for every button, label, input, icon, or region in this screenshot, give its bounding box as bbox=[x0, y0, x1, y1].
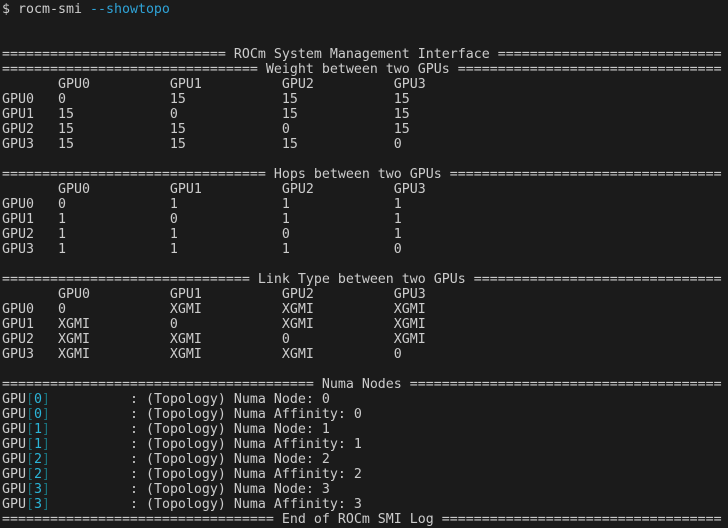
link-type-table-row: GPU0 0 XGMI XGMI XGMI bbox=[2, 302, 426, 317]
hops-table-row: GPU2 1 1 0 1 bbox=[2, 227, 402, 242]
bracket-close: ] bbox=[42, 392, 50, 407]
hops-table-row: GPU3 1 1 1 0 bbox=[2, 242, 402, 257]
section-header-hops: ================================= Hops b… bbox=[2, 167, 722, 182]
hops-table-row: GPU0 0 1 1 1 bbox=[2, 197, 402, 212]
bracket-open: [ bbox=[26, 482, 34, 497]
numa-entry-text: : (Topology) Numa Affinity: 1 bbox=[50, 437, 362, 452]
numa-entry: GPU[1] : (Topology) Numa Affinity: 1 bbox=[2, 437, 728, 452]
gpu-index: 3 bbox=[34, 482, 42, 497]
section-header-main: ============================ ROCm System… bbox=[2, 47, 722, 62]
weight-table-row: GPU0 0 15 15 15 bbox=[2, 92, 410, 107]
gpu-label: GPU bbox=[2, 392, 26, 407]
bracket-open: [ bbox=[26, 437, 34, 452]
bracket-close: ] bbox=[42, 407, 50, 422]
numa-entry: GPU[2] : (Topology) Numa Node: 2 bbox=[2, 452, 728, 467]
numa-entry: GPU[3] : (Topology) Numa Affinity: 3 bbox=[2, 497, 728, 512]
link-type-table-row: GPU3 XGMI XGMI XGMI 0 bbox=[2, 347, 402, 362]
section-header-weight: ================================ Weight … bbox=[2, 62, 722, 77]
numa-entry-text: : (Topology) Numa Node: 0 bbox=[50, 392, 330, 407]
numa-entry-text: : (Topology) Numa Affinity: 2 bbox=[50, 467, 362, 482]
bracket-close: ] bbox=[42, 497, 50, 512]
gpu-label: GPU bbox=[2, 437, 26, 452]
gpu-index: 0 bbox=[34, 407, 42, 422]
section-header-link-type: =============================== Link Typ… bbox=[2, 272, 722, 287]
weight-table-column-header: GPU0 GPU1 GPU2 GPU3 bbox=[2, 77, 426, 92]
gpu-index: 0 bbox=[34, 392, 42, 407]
numa-entry-text: : (Topology) Numa Node: 3 bbox=[50, 482, 330, 497]
numa-entry-text: : (Topology) Numa Node: 1 bbox=[50, 422, 330, 437]
weight-table-row: GPU2 15 15 0 15 bbox=[2, 122, 410, 137]
bracket-open: [ bbox=[26, 452, 34, 467]
bracket-close: ] bbox=[42, 422, 50, 437]
gpu-index: 2 bbox=[34, 452, 42, 467]
command-line: $ rocm-smi --showtopo bbox=[2, 2, 728, 17]
gpu-label: GPU bbox=[2, 482, 26, 497]
weight-table-row: GPU1 15 0 15 15 bbox=[2, 107, 410, 122]
bracket-close: ] bbox=[42, 437, 50, 452]
link-type-table-row: GPU2 XGMI XGMI 0 XGMI bbox=[2, 332, 426, 347]
bracket-close: ] bbox=[42, 467, 50, 482]
bracket-open: [ bbox=[26, 422, 34, 437]
numa-entry-text: : (Topology) Numa Node: 2 bbox=[50, 452, 330, 467]
numa-entry-text: : (Topology) Numa Affinity: 3 bbox=[50, 497, 362, 512]
weight-table-row: GPU3 15 15 15 0 bbox=[2, 137, 402, 152]
numa-entry: GPU[0] : (Topology) Numa Node: 0 bbox=[2, 392, 728, 407]
gpu-index: 1 bbox=[34, 437, 42, 452]
terminal-window[interactable]: $ rocm-smi --showtopo ==================… bbox=[0, 0, 728, 528]
shell-prompt: $ bbox=[2, 2, 18, 17]
bracket-open: [ bbox=[26, 467, 34, 482]
gpu-label: GPU bbox=[2, 497, 26, 512]
numa-entry-text: : (Topology) Numa Affinity: 0 bbox=[50, 407, 362, 422]
numa-entry: GPU[1] : (Topology) Numa Node: 1 bbox=[2, 422, 728, 437]
section-header-numa: ======================================= … bbox=[2, 377, 722, 392]
gpu-label: GPU bbox=[2, 452, 26, 467]
link-type-table-column-header: GPU0 GPU1 GPU2 GPU3 bbox=[2, 287, 426, 302]
gpu-index: 2 bbox=[34, 467, 42, 482]
gpu-label: GPU bbox=[2, 407, 26, 422]
hops-table-column-header: GPU0 GPU1 GPU2 GPU3 bbox=[2, 182, 426, 197]
gpu-label: GPU bbox=[2, 422, 26, 437]
command-flag: --showtopo bbox=[89, 2, 170, 17]
gpu-index: 1 bbox=[34, 422, 42, 437]
numa-entry: GPU[3] : (Topology) Numa Node: 3 bbox=[2, 482, 728, 497]
bracket-open: [ bbox=[26, 392, 34, 407]
bracket-close: ] bbox=[42, 452, 50, 467]
section-header-end: ================================== End o… bbox=[2, 512, 722, 527]
hops-table-row: GPU1 1 0 1 1 bbox=[2, 212, 402, 227]
link-type-table-row: GPU1 XGMI 0 XGMI XGMI bbox=[2, 317, 426, 332]
bracket-close: ] bbox=[42, 482, 50, 497]
bracket-open: [ bbox=[26, 407, 34, 422]
gpu-index: 3 bbox=[34, 497, 42, 512]
command-program: rocm-smi bbox=[18, 2, 90, 17]
numa-entry: GPU[0] : (Topology) Numa Affinity: 0 bbox=[2, 407, 728, 422]
bracket-open: [ bbox=[26, 497, 34, 512]
numa-entry: GPU[2] : (Topology) Numa Affinity: 2 bbox=[2, 467, 728, 482]
gpu-label: GPU bbox=[2, 467, 26, 482]
